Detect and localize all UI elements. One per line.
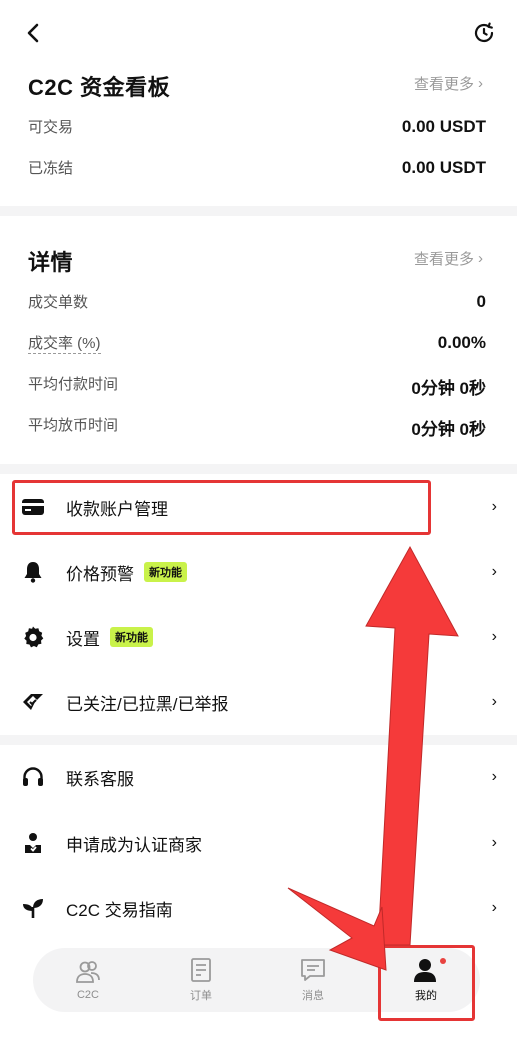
new-feature-badge: 新功能 — [144, 562, 187, 582]
users-icon — [76, 961, 100, 983]
details-row-value: 0分钟 0秒 — [411, 379, 486, 398]
details-row-label: 成交单数 — [28, 294, 89, 311]
chevron-right-icon: › — [478, 250, 483, 267]
menu-item-label: 设置 — [66, 629, 100, 649]
funds-more-link[interactable]: 查看更多 › — [414, 73, 483, 94]
chevron-right-icon: › — [491, 834, 497, 851]
new-feature-badge: 新功能 — [110, 627, 153, 647]
merchant-icon — [20, 830, 46, 856]
chevron-left-icon[interactable] — [22, 20, 46, 46]
tab-c2c[interactable]: C2C — [53, 948, 123, 1012]
menu-item-settings[interactable]: 设置 新功能 › — [0, 605, 517, 669]
details-more-link[interactable]: 查看更多 › — [414, 248, 483, 269]
tab-label: 消息 — [302, 990, 324, 1002]
gear-icon — [20, 624, 46, 650]
tab-label: 订单 — [190, 990, 212, 1002]
funds-row-label: 可交易 — [28, 119, 74, 136]
funds-row-value: 0.00 USDT — [401, 117, 486, 136]
menu-item-price-alert[interactable]: 价格预警 新功能 › — [0, 540, 517, 604]
headset-icon — [20, 764, 46, 790]
details-row-value: 0.00% — [437, 333, 486, 352]
funds-row-label: 已冻结 — [28, 160, 74, 177]
section-divider — [0, 735, 517, 745]
chevron-right-icon: › — [491, 498, 497, 515]
details-row-label: 平均放币时间 — [28, 417, 119, 434]
chevron-right-icon: › — [491, 899, 497, 916]
menu-item-label: 已关注/已拉黑/已举报 — [66, 694, 229, 714]
tab-orders[interactable]: 订单 — [166, 948, 236, 1012]
chevron-right-icon: › — [491, 563, 497, 580]
history-icon[interactable] — [472, 21, 496, 45]
funds-row-value: 0.00 USDT — [401, 158, 486, 177]
tab-label: C2C — [76, 989, 99, 1001]
menu-item-label: C2C 交易指南 — [66, 900, 173, 920]
details-row-value: 0分钟 0秒 — [411, 420, 486, 439]
chevron-right-icon: › — [491, 693, 497, 710]
chevron-right-icon: › — [478, 75, 483, 92]
highlight-box-mine-tab — [378, 945, 475, 1021]
details-more-label: 查看更多 — [413, 251, 474, 268]
section-divider — [0, 464, 517, 474]
menu-item-become-merchant[interactable]: 申请成为认证商家 › — [0, 811, 517, 875]
menu-item-trading-guide[interactable]: C2C 交易指南 › — [0, 876, 517, 940]
details-row-label[interactable]: 成交率 (%) — [28, 332, 101, 354]
details-title: 详情 — [28, 250, 74, 275]
details-row-value: 0 — [476, 292, 486, 311]
chevron-right-icon: › — [491, 768, 497, 785]
menu-item-label: 联系客服 — [66, 769, 134, 789]
tab-messages[interactable]: 消息 — [278, 948, 348, 1012]
menu-item-label: 价格预警 — [66, 564, 134, 584]
success-rate-label[interactable]: 成交率 (%) — [28, 335, 101, 354]
sprout-icon — [20, 895, 46, 921]
highlight-box-payment-accounts — [12, 480, 431, 535]
funds-title: C2C 资金看板 — [28, 75, 171, 100]
funds-more-label: 查看更多 — [413, 76, 474, 93]
chevron-right-icon: › — [491, 628, 497, 645]
bell-icon — [20, 559, 46, 585]
section-divider — [0, 206, 517, 216]
tag-icon — [20, 689, 46, 715]
menu-item-label: 申请成为认证商家 — [66, 835, 202, 855]
top-bar — [0, 0, 517, 66]
details-row-label: 平均付款时间 — [28, 376, 119, 393]
message-icon — [301, 959, 325, 981]
menu-item-follow-block-report[interactable]: 已关注/已拉黑/已举报 › — [0, 670, 517, 734]
order-icon — [191, 958, 211, 982]
menu-item-customer-service[interactable]: 联系客服 › — [0, 745, 517, 809]
